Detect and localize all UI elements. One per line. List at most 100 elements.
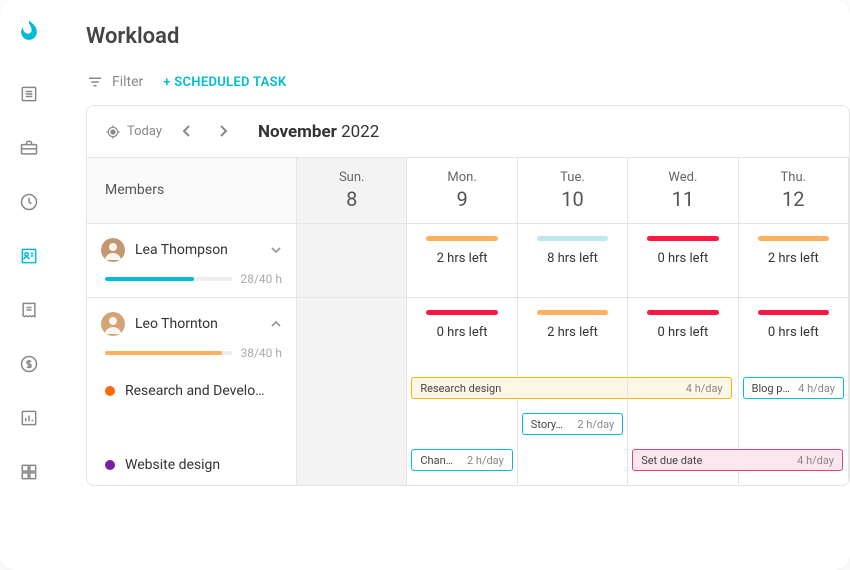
member-name: Lea Thompson [135, 242, 260, 258]
chevron-left-icon [182, 125, 192, 137]
day-header: Mon. 9 [407, 157, 517, 223]
avatar [101, 312, 125, 336]
hours-left: 8 hrs left [528, 251, 617, 266]
day-short: Thu. [755, 170, 832, 185]
task-hours: 4 h/day [790, 382, 835, 395]
filter-label: Filter [112, 74, 143, 90]
nav-icon-workload[interactable] [11, 238, 47, 274]
task-lane [739, 407, 849, 443]
day-cell-empty [297, 297, 407, 371]
task-lane [518, 443, 628, 485]
task-lane [628, 371, 738, 407]
hours-text: 28/40 h [240, 272, 282, 286]
hours-text: 38/40 h [240, 346, 282, 360]
task-lane [739, 443, 849, 485]
day-number: 11 [644, 187, 721, 211]
app-logo[interactable] [15, 18, 43, 46]
today-button[interactable]: Today [105, 124, 162, 140]
day-header: Thu. 12 [739, 157, 849, 223]
hours-left: 0 hrs left [417, 325, 506, 340]
task-name: Set due date [641, 454, 702, 467]
next-arrow[interactable] [212, 120, 234, 143]
day-cell[interactable]: 0 hrs left [628, 297, 738, 371]
project-dot-icon [105, 386, 115, 396]
project-cell: Research and Develo… [87, 371, 297, 407]
day-cell[interactable]: 2 hrs left [518, 297, 628, 371]
today-label: Today [127, 124, 162, 139]
member-row[interactable]: Leo Thornton [101, 312, 282, 336]
nav-icon-receipt[interactable] [11, 292, 47, 328]
day-number: 10 [534, 187, 611, 211]
nav-icon-grid[interactable] [11, 454, 47, 490]
day-number: 12 [755, 187, 832, 211]
members-header: Members [87, 157, 297, 223]
member-row[interactable]: Lea Thompson [101, 238, 282, 262]
task-chip[interactable]: Chang…2 h/day [411, 449, 512, 471]
page-title: Workload [86, 24, 850, 49]
day-cell[interactable]: 2 hrs left [407, 223, 517, 297]
task-hours: 2 h/day [569, 418, 614, 431]
task-name: Story… [531, 418, 563, 431]
month-label: November 2022 [258, 122, 379, 142]
project-item[interactable]: Website design [101, 451, 282, 475]
project-dot-icon [105, 460, 115, 470]
day-cell[interactable]: 0 hrs left [628, 223, 738, 297]
scheduled-task-button[interactable]: + SCHEDULED TASK [163, 75, 286, 90]
task-name: Blog p… [752, 382, 790, 395]
task-lane [407, 407, 517, 443]
date-nav: Today November 2022 [87, 106, 849, 157]
chevron-up-icon[interactable] [270, 315, 282, 334]
task-lane [297, 407, 407, 443]
hours-left: 2 hrs left [528, 325, 617, 340]
capacity-bar [426, 236, 498, 241]
prev-arrow[interactable] [176, 120, 198, 143]
day-cell[interactable]: 8 hrs left [518, 223, 628, 297]
task-chip[interactable]: Story… 2 h/day [522, 413, 623, 435]
task-lane [628, 407, 738, 443]
task-lane: Set due date4 h/day [628, 443, 738, 485]
day-number: 8 [313, 187, 390, 211]
nav-icon-clock[interactable] [11, 184, 47, 220]
member-name: Leo Thornton [135, 316, 260, 332]
nav-icon-list[interactable] [11, 76, 47, 112]
task-lane: Research design4 h/day [407, 371, 517, 407]
capacity-bar [758, 236, 830, 241]
main: Workload Filter + SCHEDULED TASK Today [58, 0, 850, 570]
day-cell[interactable]: 0 hrs left [407, 297, 517, 371]
day-cell[interactable]: 0 hrs left [739, 297, 849, 371]
day-short: Sun. [313, 170, 390, 185]
capacity-bar [537, 236, 609, 241]
task-lane [518, 371, 628, 407]
day-header: Sun. 8 [297, 157, 407, 223]
workload-grid: Today November 2022 Members Sun. 8 Mon. … [86, 105, 850, 486]
filter-icon [86, 73, 104, 91]
hours-left: 0 hrs left [749, 325, 838, 340]
nav-icon-chart[interactable] [11, 400, 47, 436]
capacity-bar [758, 310, 830, 315]
day-cell[interactable]: 2 hrs left [739, 223, 849, 297]
avatar [101, 238, 125, 262]
task-name: Chang… [420, 454, 459, 467]
chevron-right-icon [218, 125, 228, 137]
chevron-down-icon[interactable] [270, 241, 282, 260]
project-item[interactable]: Research and Develo… [101, 377, 282, 401]
nav-icon-briefcase[interactable] [11, 130, 47, 166]
toolbar: Filter + SCHEDULED TASK [86, 73, 850, 91]
filter-button[interactable]: Filter [86, 73, 143, 91]
day-short: Wed. [644, 170, 721, 185]
task-name: Research design [420, 382, 501, 395]
day-header: Tue. 10 [518, 157, 628, 223]
task-hours: 2 h/day [459, 454, 504, 467]
nav-icon-dollar[interactable] [11, 346, 47, 382]
task-chip[interactable]: Blog p…4 h/day [743, 377, 844, 399]
capacity-bar [426, 310, 498, 315]
hours-bar: 28/40 h [105, 272, 282, 286]
day-number: 9 [423, 187, 500, 211]
sidebar [0, 0, 58, 570]
project-cell: Website design [87, 443, 297, 485]
project-name: Research and Develo… [125, 383, 265, 399]
capacity-bar [647, 310, 719, 315]
project-cell-spacer [87, 407, 297, 443]
hours-bar: 38/40 h [105, 346, 282, 360]
task-lane: Chang…2 h/day [407, 443, 517, 485]
